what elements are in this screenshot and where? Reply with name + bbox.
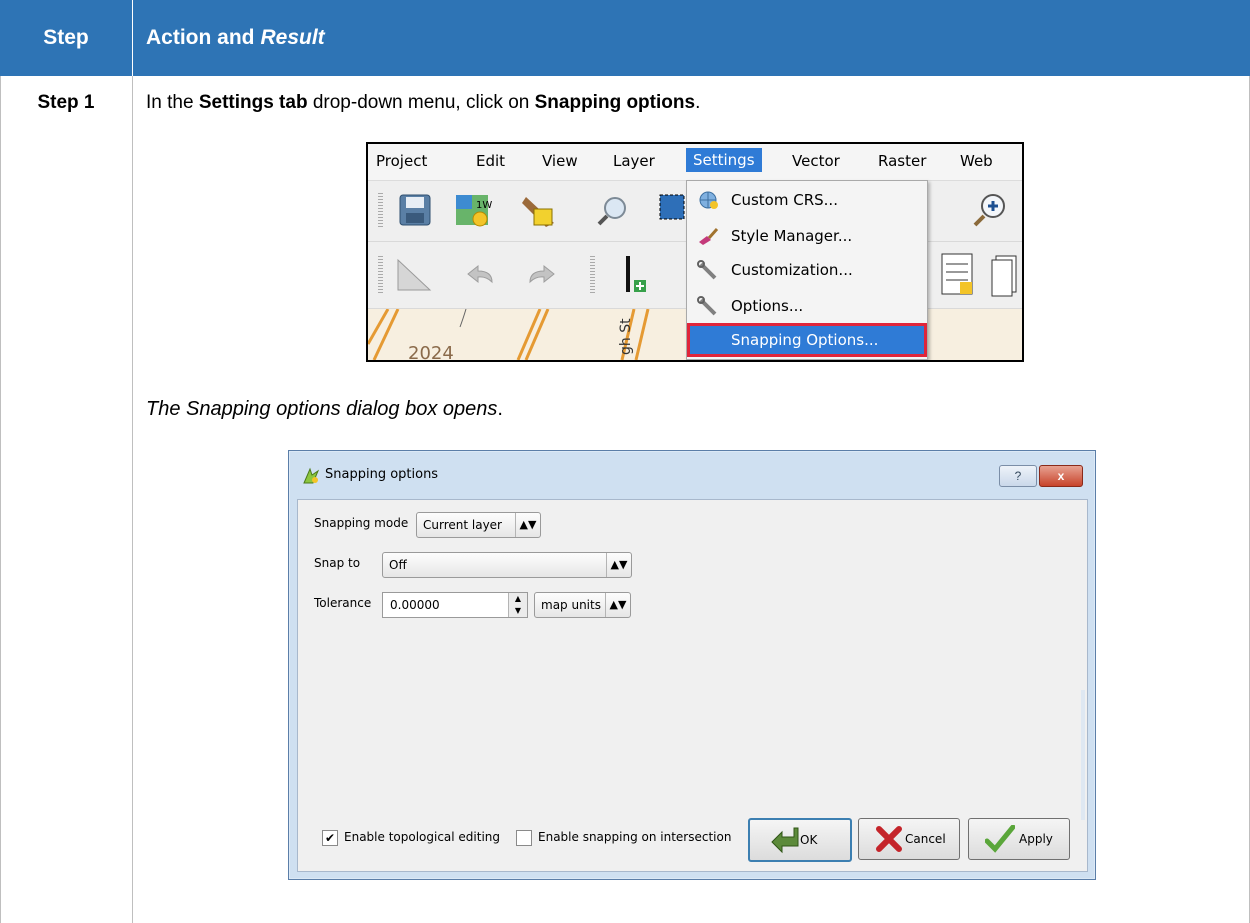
snapping-mode-label: Snapping mode	[314, 516, 409, 530]
updown-arrow-icon: ▲▼	[606, 553, 631, 577]
dialog-titlebar[interactable]: Snapping options ? x	[289, 451, 1095, 499]
zoom-tool-icon[interactable]	[596, 195, 630, 227]
menu-item-label: Custom CRS...	[731, 191, 838, 209]
tolerance-value: 0.00000	[390, 598, 440, 612]
header-step: Step	[0, 0, 133, 76]
column-divider	[132, 76, 133, 923]
zoom-in-icon[interactable]	[972, 191, 1008, 229]
toolbar-grip[interactable]	[378, 193, 383, 229]
apply-label: Apply	[1019, 832, 1053, 846]
tolerance-label: Tolerance	[314, 596, 372, 610]
dialog-body: Snapping mode Current layer ▲▼ Snap to O…	[297, 499, 1088, 872]
layer-stack-icon[interactable]	[990, 252, 1020, 298]
globe-icon	[699, 191, 718, 209]
spin-arrows-icon[interactable]: ▲ ▼	[508, 593, 527, 617]
enable-topological-checkbox[interactable]: ✔	[322, 830, 338, 846]
snap-to-select[interactable]: Off ▲▼	[382, 552, 632, 578]
instr-settings-tab: Settings tab	[198, 92, 308, 113]
updown-arrow-icon: ▲▼	[605, 593, 630, 617]
header-action-text: Action and	[146, 26, 255, 49]
map-label-2024: 2024	[408, 343, 454, 360]
menu-view[interactable]: View	[542, 152, 578, 170]
menu-item-label: Snapping Options...	[731, 331, 879, 349]
enable-intersection-label: Enable snapping on intersection	[538, 830, 732, 844]
updown-arrow-icon: ▲▼	[515, 513, 540, 537]
snapping-mode-value: Current layer	[423, 518, 502, 532]
panel-edge	[1081, 690, 1085, 820]
snap-to-value: Off	[389, 558, 407, 572]
ok-button[interactable]: OK	[748, 818, 852, 862]
attribute-table-icon[interactable]	[940, 252, 976, 298]
menu-raster[interactable]: Raster	[878, 152, 926, 170]
close-button[interactable]: x	[1039, 465, 1083, 487]
paintbrush-icon	[699, 228, 719, 245]
header-result-text: Result	[260, 26, 325, 49]
menu-item-custom-crs[interactable]: Custom CRS...	[687, 183, 927, 217]
select-icon[interactable]	[658, 193, 686, 227]
snap-to-label: Snap to	[314, 556, 361, 570]
measure-icon[interactable]	[394, 256, 434, 294]
menubar: Project Edit View Layer Settings Vector …	[368, 144, 1022, 181]
undo-icon[interactable]	[464, 262, 496, 288]
apply-check-icon	[985, 825, 1015, 853]
result-text: The Snapping options dialog box opens.	[146, 398, 503, 421]
toolbar-grip-2[interactable]	[378, 256, 383, 294]
svg-text:1W: 1W	[476, 200, 492, 211]
table-header: Step Action and Result	[0, 0, 1250, 76]
menu-settings[interactable]: Settings	[686, 148, 762, 172]
menu-edit[interactable]: Edit	[476, 152, 505, 170]
menu-item-style-manager[interactable]: Style Manager...	[687, 219, 927, 253]
result-italic: The Snapping options dialog box opens	[146, 398, 498, 420]
ok-label: OK	[800, 833, 818, 847]
enable-topological-label: Enable topological editing	[344, 830, 501, 844]
instr-part2: drop-down menu, click on	[307, 92, 535, 113]
snapping-dialog: Snapping options ? x Snapping mode Curre…	[288, 450, 1096, 880]
enable-intersection-checkbox[interactable]	[516, 830, 532, 846]
header-action: Action and Result	[146, 0, 325, 76]
snapping-mode-select[interactable]: Current layer ▲▼	[416, 512, 541, 538]
step-label: Step 1	[37, 92, 95, 113]
add-layer-icon[interactable]	[620, 254, 650, 296]
ok-arrow-icon	[771, 827, 799, 854]
menu-item-options[interactable]: Options...	[687, 289, 927, 323]
menu-layer[interactable]: Layer	[613, 152, 655, 170]
cancel-label: Cancel	[905, 832, 946, 846]
menu-item-label: Style Manager...	[731, 227, 853, 245]
result-period: .	[497, 398, 503, 420]
cancel-x-icon	[876, 826, 902, 852]
help-button[interactable]: ?	[999, 465, 1037, 487]
digitize-icon[interactable]	[520, 193, 558, 229]
menu-item-label: Customization...	[731, 261, 853, 279]
apply-button[interactable]: Apply	[968, 818, 1070, 860]
dialog-title: Snapping options	[325, 467, 439, 482]
instr-part3: .	[695, 92, 701, 113]
tolerance-input[interactable]: 0.00000 ▲ ▼	[382, 592, 528, 618]
menu-item-label: Options...	[731, 297, 804, 315]
instruction-text: In the Settings tab drop-down menu, clic…	[146, 92, 700, 114]
tolerance-units-select[interactable]: map units ▲▼	[534, 592, 631, 618]
toolbar-grip-3[interactable]	[590, 256, 595, 294]
tolerance-units-value: map units	[541, 598, 601, 612]
table-left-border	[0, 0, 1, 923]
settings-dropdown: Custom CRS... Style Manager... Customiza…	[686, 180, 928, 360]
instr-part1: In the	[146, 92, 199, 113]
wrench-icon	[697, 260, 717, 280]
redo-icon[interactable]	[526, 262, 558, 288]
menu-item-snapping-options[interactable]: Snapping Options...	[687, 323, 927, 357]
instruction-table: Step Action and Result Step 1 In the Set…	[0, 0, 1250, 923]
map-label-street: gh St	[618, 318, 634, 355]
cancel-button[interactable]: Cancel	[858, 818, 960, 860]
menu-vector[interactable]: Vector	[792, 152, 840, 170]
new-project-icon[interactable]: 1W	[454, 191, 492, 229]
menu-project[interactable]: Project	[376, 152, 427, 170]
qgis-app-icon	[303, 467, 320, 484]
menu-web[interactable]: Web	[960, 152, 993, 170]
wrench-icon	[697, 296, 717, 316]
save-icon[interactable]	[398, 193, 432, 227]
instr-snapping-options: Snapping options	[534, 92, 696, 113]
menu-screenshot: Project Edit View Layer Settings Vector …	[366, 142, 1024, 362]
menu-item-customization[interactable]: Customization...	[687, 253, 927, 287]
